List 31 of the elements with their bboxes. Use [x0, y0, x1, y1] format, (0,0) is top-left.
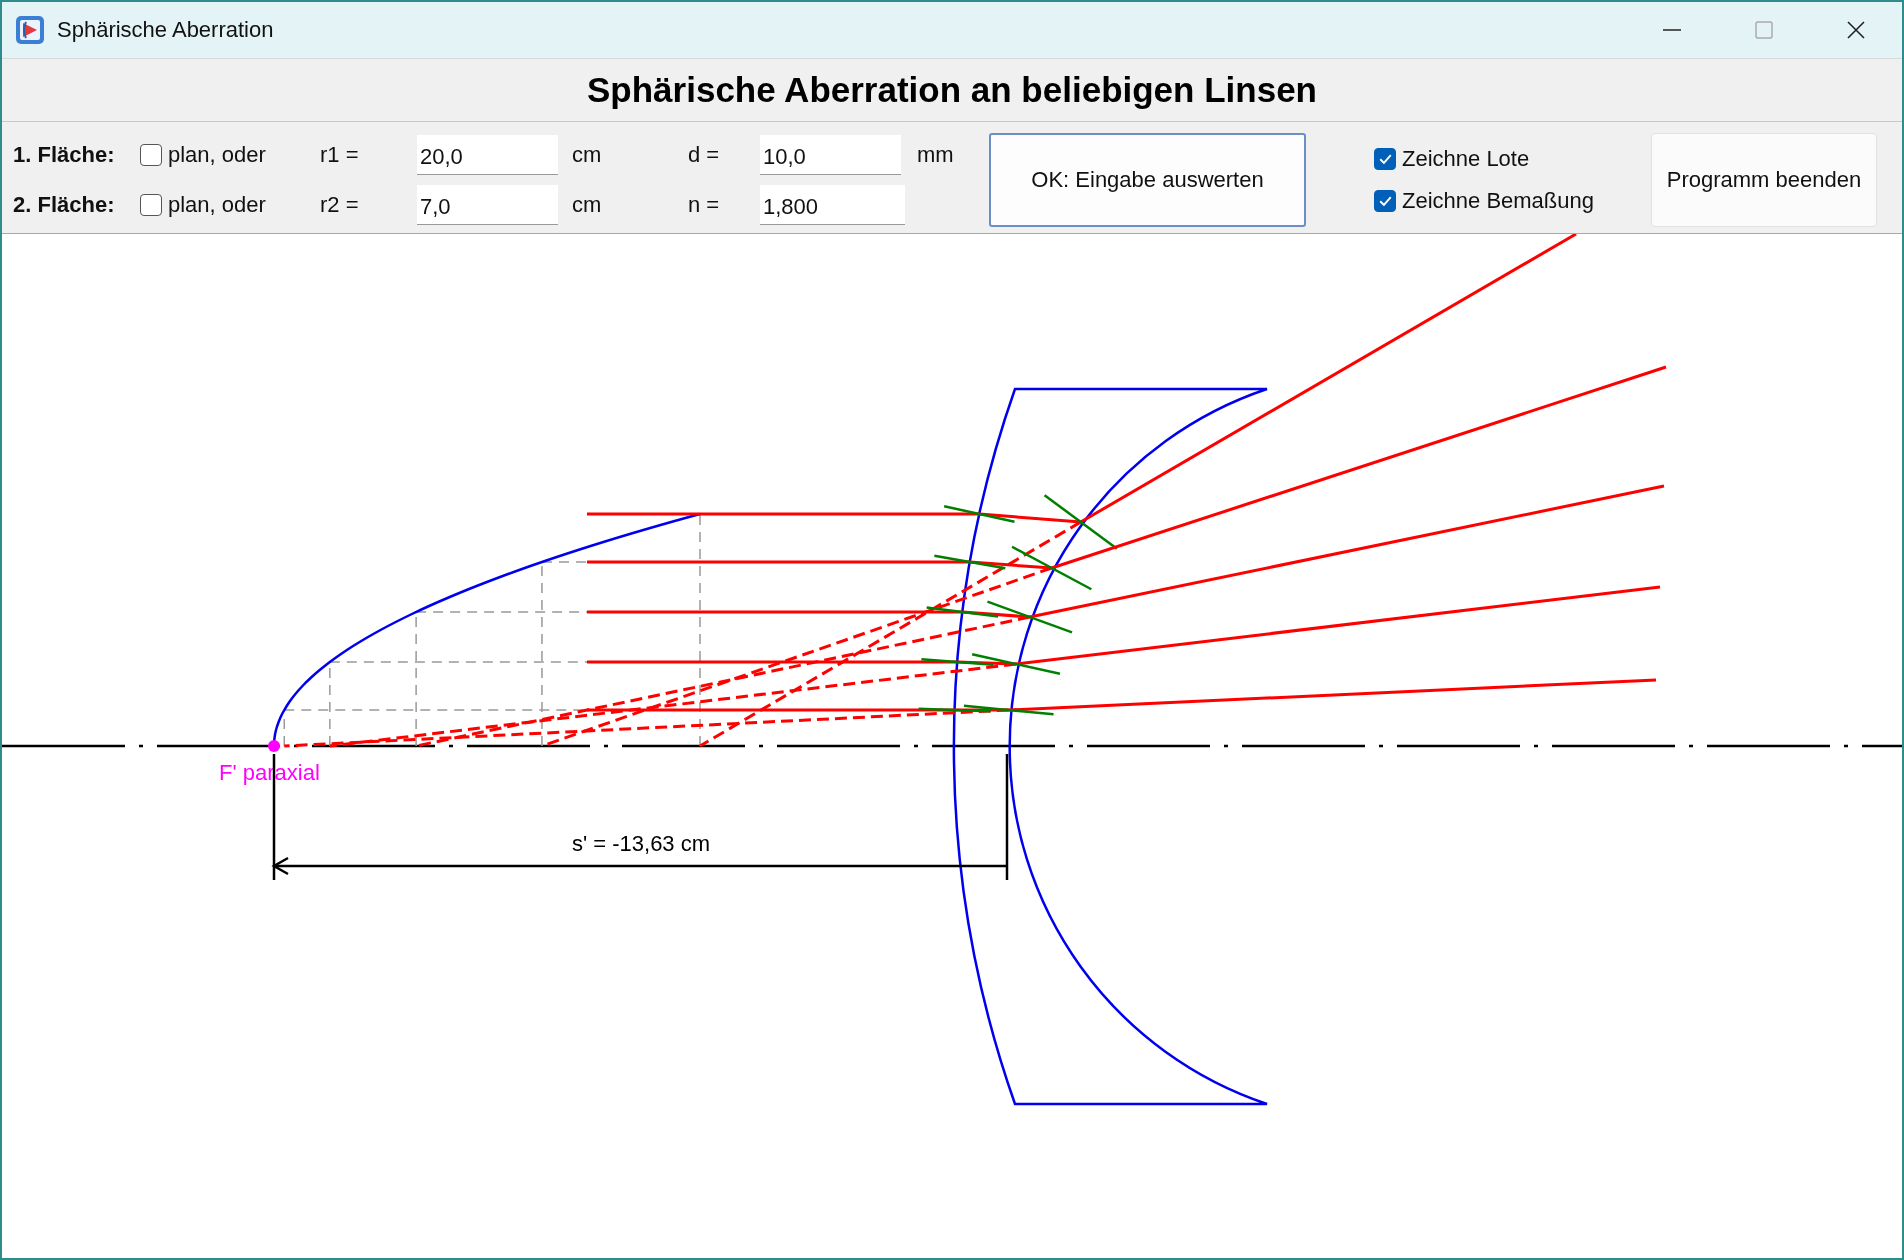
radius-label: r2 =: [320, 192, 360, 218]
quit-button[interactable]: Programm beenden: [1651, 133, 1877, 227]
focus-point: [268, 740, 280, 752]
unit-label: cm: [571, 192, 603, 218]
evaluate-button[interactable]: OK: Eingabe auswerten: [989, 133, 1306, 227]
window-title: Sphärische Aberration: [57, 17, 275, 43]
unit-label: cm: [571, 142, 603, 168]
plan-checkbox[interactable]: plan, oder: [140, 192, 320, 218]
surface-label: 2. Fläche:: [13, 192, 116, 218]
radius-label: r1 =: [320, 142, 360, 168]
thickness-label: d =: [688, 142, 721, 168]
surface-label: 1. Fläche:: [13, 142, 116, 168]
check-icon: [1378, 154, 1392, 164]
radius-field[interactable]: 20,0: [417, 135, 558, 175]
app-heading: Sphärische Aberration an beliebigen Linsen: [587, 70, 1317, 110]
normal-line: [943, 505, 1015, 523]
option-checkbox[interactable]: Zeichne Bemaßung: [1374, 188, 1651, 214]
close-icon: [1845, 19, 1867, 41]
index-field[interactable]: 1,800: [760, 185, 905, 225]
thickness-field[interactable]: 10,0: [760, 135, 901, 175]
index-label: n =: [688, 192, 721, 218]
option-checkbox[interactable]: Zeichne Lote: [1374, 146, 1651, 172]
unit-label: mm: [916, 142, 955, 168]
minimize-icon: [1661, 29, 1683, 31]
normal-line: [934, 554, 1006, 570]
plan-checkbox[interactable]: plan, oder: [140, 142, 320, 168]
app-icon: [15, 15, 45, 45]
radius-field[interactable]: 7,0: [417, 185, 558, 225]
maximize-icon: [1753, 19, 1775, 41]
dimension-label: s' = -13,63 cm: [571, 831, 711, 856]
check-icon: [1378, 196, 1392, 206]
